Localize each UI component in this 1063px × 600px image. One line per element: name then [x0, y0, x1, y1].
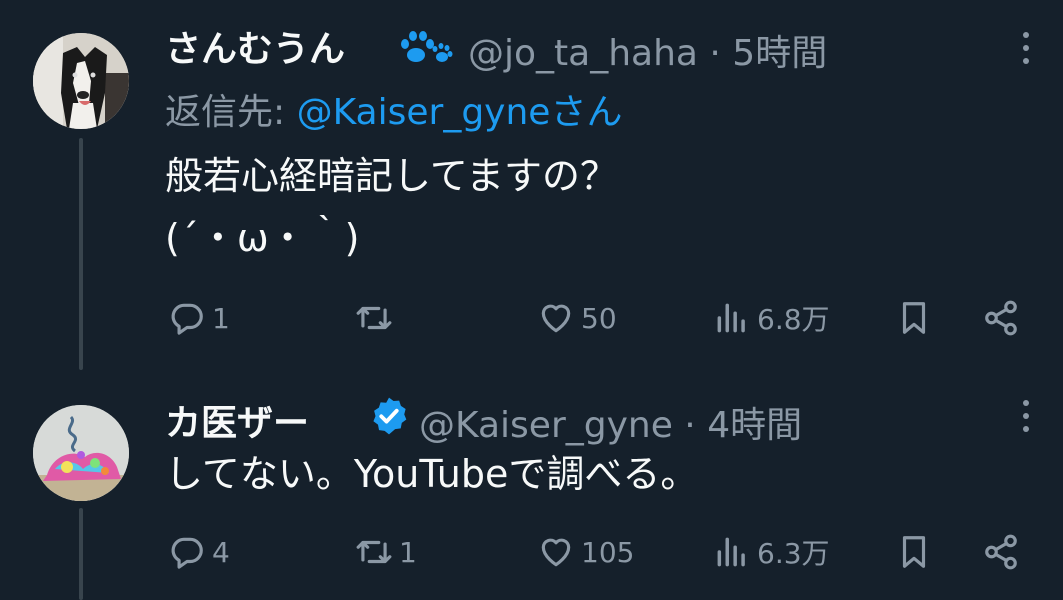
bookmark-icon	[902, 302, 926, 334]
reply-button[interactable]: 1	[168, 293, 230, 343]
reply-icon	[171, 303, 203, 335]
retweet-icon	[356, 306, 392, 330]
views-button[interactable]: 6.3万	[713, 527, 830, 577]
action-bar: 1 50 6.8万	[0, 293, 1063, 343]
paw-icon	[401, 31, 453, 62]
views-icon	[717, 303, 745, 333]
tweet-text: してない。YouTubeで調べる。	[165, 452, 699, 496]
more-options-icon[interactable]	[1020, 30, 1032, 66]
share-icon	[985, 534, 1017, 570]
retweet-count: 1	[399, 535, 417, 569]
art-avatar-image	[33, 405, 129, 501]
reply-count: 1	[212, 301, 230, 335]
display-name[interactable]: カ医ザー	[165, 394, 309, 446]
tweet-2[interactable]: カ医ザー @Kaiser_gyne · 4時間 してない。YouTubeで調べる…	[0, 370, 1063, 600]
verified-badge-icon	[373, 397, 407, 435]
more-options-icon[interactable]	[1020, 398, 1032, 434]
views-count: 6.8万	[757, 303, 830, 336]
views-count: 6.3万	[757, 537, 830, 570]
reply-prefix: 返信先:	[165, 92, 297, 133]
share-button[interactable]	[982, 527, 1020, 577]
avatar[interactable]	[33, 405, 129, 501]
like-button[interactable]: 105	[537, 527, 634, 577]
share-button[interactable]	[982, 293, 1020, 343]
avatar[interactable]	[33, 33, 129, 129]
like-count: 50	[581, 301, 617, 335]
bookmark-button[interactable]	[895, 293, 933, 343]
share-icon	[985, 300, 1017, 336]
action-bar: 4 1 105 6.3万	[0, 527, 1063, 577]
views-icon	[717, 537, 745, 567]
retweet-button[interactable]	[355, 293, 399, 343]
like-count: 105	[581, 535, 635, 569]
replying-to: 返信先: @Kaiser_gyneさん	[165, 83, 622, 135]
reply-mention-link[interactable]: @Kaiser_gyne	[297, 92, 551, 133]
reply-suffix: さん	[550, 92, 623, 133]
tweet-text: 般若心経暗記してますの？ (´・ω・｀)	[165, 154, 618, 260]
reply-count: 4	[212, 535, 230, 569]
heart-icon	[541, 538, 571, 567]
bookmark-button[interactable]	[895, 527, 933, 577]
handle-timestamp[interactable]: @Kaiser_gyne · 4時間	[419, 396, 802, 448]
like-button[interactable]: 50	[537, 293, 617, 343]
handle-timestamp[interactable]: @jo_ta_haha · 5時間	[468, 24, 827, 76]
retweet-button[interactable]: 1	[355, 527, 417, 577]
reply-button[interactable]: 4	[168, 527, 230, 577]
heart-icon	[541, 304, 571, 333]
display-name[interactable]: さんむうん	[165, 20, 345, 72]
retweet-icon	[356, 540, 392, 564]
reply-icon	[171, 537, 203, 569]
dog-avatar-image	[33, 33, 129, 129]
tweet-1[interactable]: さんむうん @jo_ta_haha · 5時間 返信先: @Kaiser_gyn…	[0, 0, 1063, 370]
views-button[interactable]: 6.8万	[713, 293, 830, 343]
bookmark-icon	[902, 536, 926, 568]
